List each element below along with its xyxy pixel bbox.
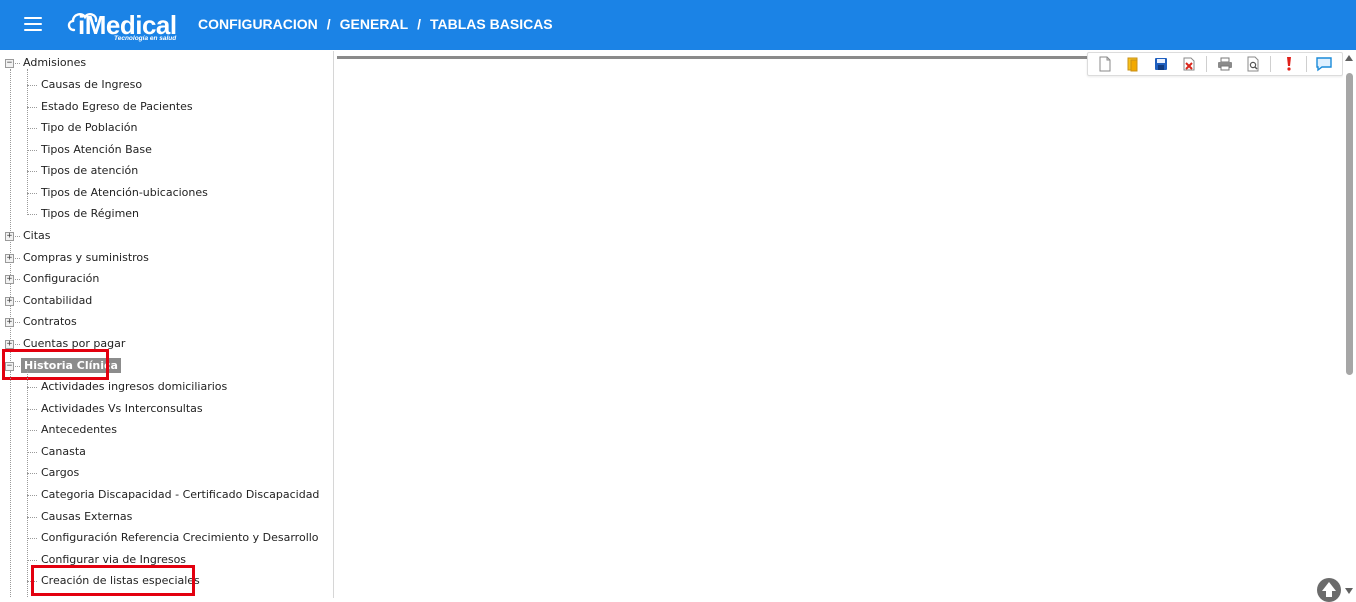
action-toolbar (1087, 52, 1343, 76)
tree-leaf-tipo-de-poblacion[interactable]: Tipo de Población (41, 119, 137, 137)
toolbar-separator (1270, 56, 1272, 72)
tree-leaf-estado-egreso-de-pacientes[interactable]: Estado Egreso de Pacientes (41, 98, 193, 116)
breadcrumb-item-tablas-basicas[interactable]: TABLAS BASICAS (430, 16, 553, 32)
tree-node-configuracion[interactable]: Configuración (23, 270, 99, 288)
tree-leaf-causas-externas[interactable]: Causas Externas (41, 508, 132, 526)
print-icon[interactable] (1214, 54, 1235, 74)
tree-leaf-categoria-discapacidad[interactable]: Categoria Discapacidad - Certificado Dis… (41, 486, 319, 504)
tree-leaf-causas-de-ingreso[interactable]: Causas de Ingreso (41, 76, 142, 94)
back-to-top-icon[interactable] (1317, 578, 1341, 602)
tree-leaf-actividades-vs-interconsultas[interactable]: Actividades Vs Interconsultas (41, 400, 203, 418)
scroll-thumb[interactable] (1346, 73, 1353, 375)
tree-leaf-tipos-de-atencion[interactable]: Tipos de atención (41, 162, 138, 180)
expand-toggle-icon[interactable]: + (5, 318, 14, 327)
collapse-toggle-icon[interactable]: − (5, 59, 14, 68)
content-panel (335, 51, 1356, 602)
top-bar: iMedical Tecnología en salud CONFIGURACI… (0, 0, 1356, 50)
scroll-up-arrow-icon[interactable] (1345, 55, 1353, 61)
expand-toggle-icon[interactable]: + (5, 232, 14, 241)
vertical-scrollbar[interactable] (1343, 51, 1356, 598)
logo-tagline: Tecnología en salud (114, 35, 177, 42)
breadcrumb-item-general[interactable]: GENERAL (340, 16, 408, 32)
new-document-icon[interactable] (1094, 54, 1115, 74)
breadcrumb-separator: / (417, 16, 422, 32)
tree-leaf-configuracion-referencia-crecimiento[interactable]: Configuración Referencia Crecimiento y D… (41, 529, 319, 547)
expand-toggle-icon[interactable]: + (5, 340, 14, 349)
save-icon[interactable] (1150, 54, 1171, 74)
highlight-box (2, 349, 109, 380)
alert-icon[interactable] (1278, 54, 1299, 74)
breadcrumb-item-configuracion[interactable]: CONFIGURACION (198, 16, 318, 32)
toolbar-separator (1206, 56, 1208, 72)
preview-icon[interactable] (1242, 54, 1263, 74)
expand-toggle-icon[interactable]: + (5, 275, 14, 284)
tree-panel[interactable]: − Admisiones Causas de Ingreso Estado Eg… (0, 51, 334, 598)
highlight-box (31, 565, 195, 596)
tree-leaf-tipos-de-atencion-ubicaciones[interactable]: Tipos de Atención-ubicaciones (41, 184, 208, 202)
hamburger-icon[interactable] (24, 17, 42, 31)
toolbar-separator (1306, 56, 1307, 72)
tree-leaf-actividades-ingresos-domiciliarios[interactable]: Actividades ingresos domiciliarios (41, 378, 227, 396)
breadcrumb: CONFIGURACION / GENERAL / TABLAS BASICAS (198, 16, 553, 32)
comment-icon[interactable] (1314, 54, 1335, 74)
tree-leaf-cargos[interactable]: Cargos (41, 464, 79, 482)
logo[interactable]: iMedical Tecnología en salud (66, 6, 182, 44)
tree-node-citas[interactable]: Citas (23, 227, 51, 245)
tree-node-admisiones[interactable]: Admisiones (23, 54, 86, 72)
tree-leaf-canasta[interactable]: Canasta (41, 443, 86, 461)
tree-node-contabilidad[interactable]: Contabilidad (23, 292, 92, 310)
open-folder-icon[interactable] (1122, 54, 1143, 74)
delete-icon[interactable] (1178, 54, 1199, 74)
scroll-down-arrow-icon[interactable] (1345, 588, 1353, 594)
expand-toggle-icon[interactable]: + (5, 297, 14, 306)
loading-bar (337, 56, 1092, 59)
tree-node-contratos[interactable]: Contratos (23, 313, 77, 331)
breadcrumb-separator: / (326, 16, 331, 32)
tree-leaf-tipos-de-regimen[interactable]: Tipos de Régimen (41, 205, 139, 223)
tree-leaf-tipos-atencion-base[interactable]: Tipos Atención Base (41, 141, 152, 159)
tree-node-compras-y-suministros[interactable]: Compras y suministros (23, 249, 149, 267)
tree-leaf-antecedentes[interactable]: Antecedentes (41, 421, 117, 439)
expand-toggle-icon[interactable]: + (5, 254, 14, 263)
